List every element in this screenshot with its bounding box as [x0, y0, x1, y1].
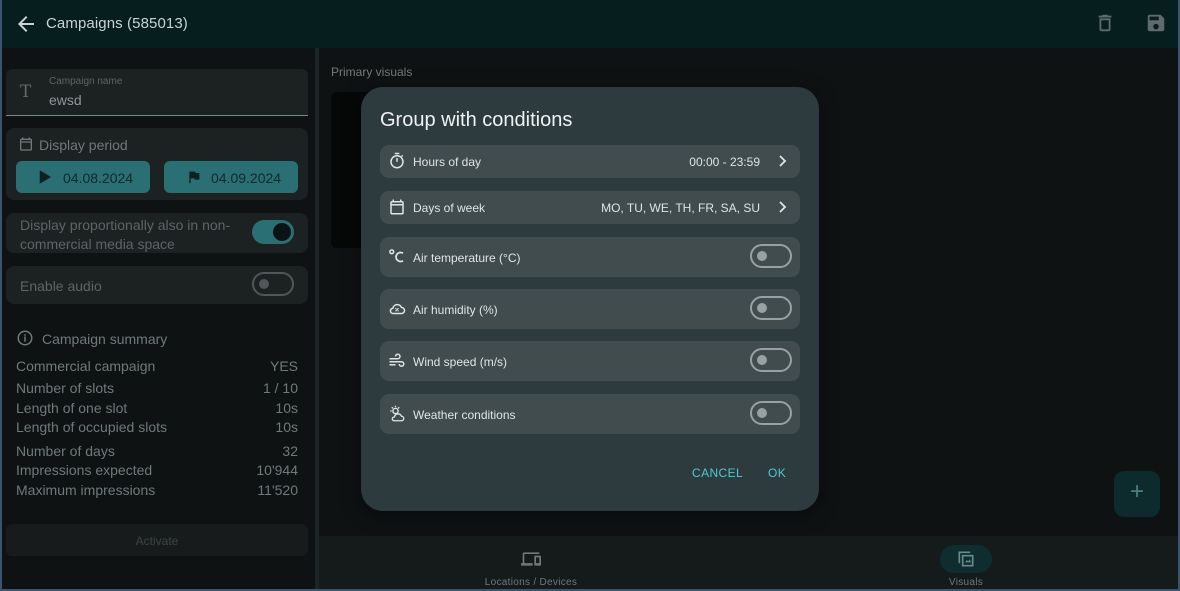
window-frame: [0, 0, 1180, 591]
